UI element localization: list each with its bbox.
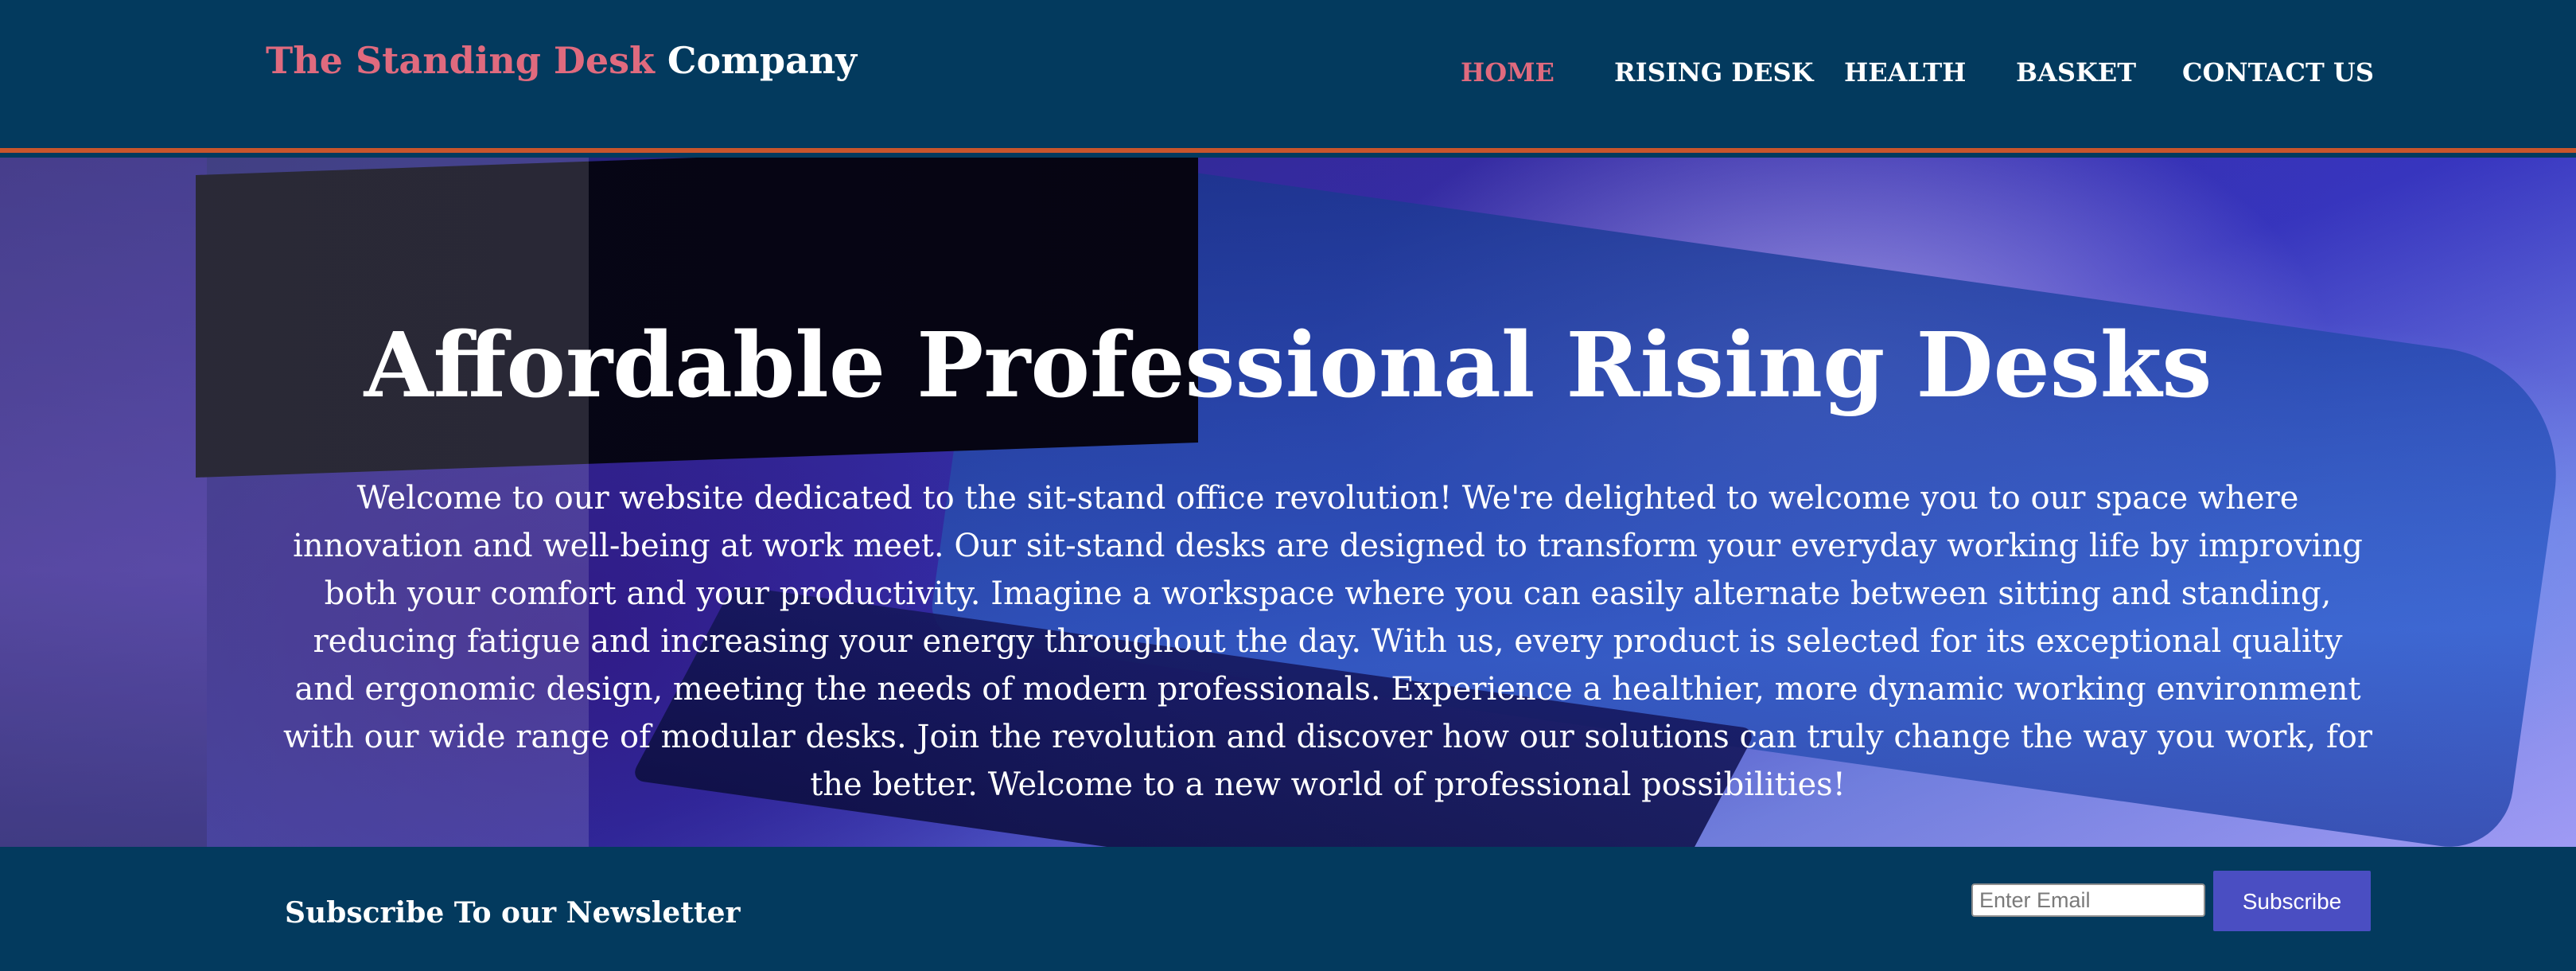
nav-basket[interactable]: BASKET xyxy=(2016,53,2136,92)
site-header: The Standing Desk Company HOME RISING DE… xyxy=(0,0,2576,153)
newsletter-bar: Subscribe To our Newsletter Subscribe xyxy=(0,847,2576,971)
subscribe-button[interactable]: Subscribe xyxy=(2213,871,2371,931)
main-nav: HOME RISING DESK HEALTH BASKET CONTACT U… xyxy=(0,53,2576,92)
newsletter-title: Subscribe To our Newsletter xyxy=(285,896,741,930)
hero-description: Welcome to our website dedicated to the … xyxy=(282,480,2372,803)
nav-health[interactable]: HEALTH xyxy=(1844,53,1966,92)
nav-home[interactable]: HOME xyxy=(1461,53,1555,92)
nav-contact-us[interactable]: CONTACT US xyxy=(2182,53,2374,92)
nav-rising-desk[interactable]: RISING DESK xyxy=(1614,53,1813,92)
hero-title: Affordable Professional Rising Desks xyxy=(364,314,2212,418)
email-input[interactable] xyxy=(1971,883,2205,917)
